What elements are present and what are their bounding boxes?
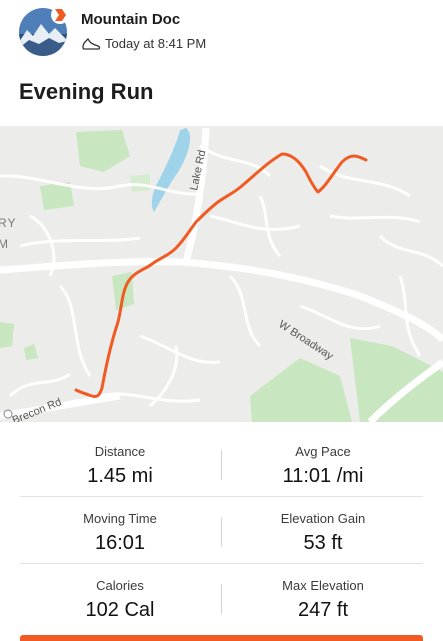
stat-max-elevation: Max Elevation 247 ft — [223, 564, 423, 622]
stat-label: Avg Pace — [295, 444, 351, 459]
stat-value: 247 ft — [297, 599, 349, 621]
subscriber-badge-icon — [51, 6, 69, 24]
running-shoe-icon — [82, 37, 101, 50]
stat-moving-time: Moving Time 16:01 — [20, 497, 220, 555]
stats-grid: Distance 1.45 mi Avg Pace 11:01 /mi Movi… — [0, 430, 443, 630]
stat-value: 16:01 — [94, 532, 146, 554]
stat-value: 1.45 mi — [87, 465, 153, 487]
route-map[interactable]: Lake Rd W Broadway Brecon Rd RY M — [0, 126, 443, 422]
stat-calories: Calories 102 Cal — [20, 564, 220, 622]
park-area — [130, 174, 150, 192]
stats-row: Moving Time 16:01 Elevation Gain 53 ft — [20, 497, 423, 564]
athlete-name[interactable]: Mountain Doc — [81, 11, 180, 28]
activity-meta: Today at 8:41 PM — [81, 36, 206, 51]
stat-distance: Distance 1.45 mi — [20, 430, 220, 488]
stat-value: 11:01 /mi — [282, 465, 364, 487]
stat-divider — [221, 584, 222, 614]
stat-label: Distance — [94, 444, 146, 459]
stat-label: Max Elevation — [282, 578, 364, 593]
activity-title[interactable]: Evening Run — [19, 79, 153, 105]
stat-label: Calories — [96, 578, 144, 593]
stat-label: Moving Time — [83, 511, 157, 526]
stats-row: Distance 1.45 mi Avg Pace 11:01 /mi — [20, 430, 423, 497]
stats-row: Calories 102 Cal Max Elevation 247 ft — [20, 564, 423, 630]
activity-timestamp: Today at 8:41 PM — [105, 36, 207, 51]
action-button-edge[interactable] — [20, 635, 423, 641]
stat-label: Elevation Gain — [280, 511, 366, 526]
map-label-partial-m: M — [0, 237, 8, 251]
activity-header: Mountain Doc Today at 8:41 PM — [0, 0, 443, 70]
stat-divider — [221, 517, 222, 547]
stat-elevation-gain: Elevation Gain 53 ft — [223, 497, 423, 555]
map-label-partial-ry: RY — [0, 216, 16, 230]
stat-avg-pace: Avg Pace 11:01 /mi — [223, 430, 423, 488]
stat-divider — [221, 450, 222, 480]
stat-value: 102 Cal — [85, 599, 155, 621]
stat-value: 53 ft — [303, 532, 343, 554]
park-area — [0, 322, 14, 348]
